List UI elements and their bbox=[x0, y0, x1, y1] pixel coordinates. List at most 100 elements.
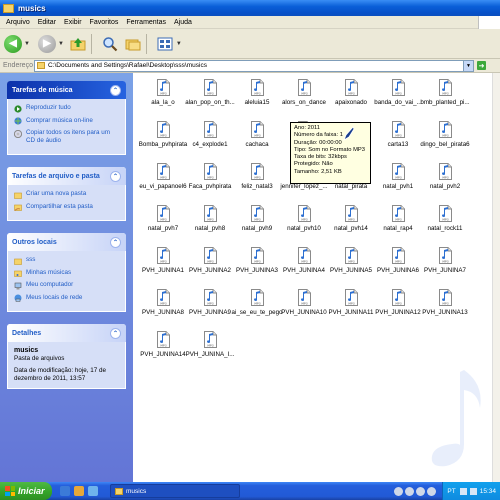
menu-favoritos[interactable]: Favoritos bbox=[86, 19, 123, 26]
folder-icon bbox=[37, 62, 45, 69]
svg-text:MP3: MP3 bbox=[348, 218, 354, 222]
place-network[interactable]: Meus locais de rede bbox=[14, 294, 119, 303]
details-header[interactable]: Detalhes ⌃ bbox=[7, 324, 126, 342]
menu-editar[interactable]: Editar bbox=[34, 19, 60, 26]
menu-exibir[interactable]: Exibir bbox=[60, 19, 86, 26]
media-next-icon[interactable] bbox=[416, 486, 426, 496]
svg-text:MP3: MP3 bbox=[254, 134, 260, 138]
play-icon bbox=[14, 104, 22, 113]
taskbar-window-musics[interactable]: musics bbox=[110, 484, 240, 498]
address-field[interactable]: C:\Documents and Settings\Rafael\Desktop… bbox=[34, 59, 474, 72]
panel-title: Outros locais bbox=[12, 238, 57, 246]
file-item[interactable]: MP3 natal_rock11 bbox=[417, 205, 473, 232]
link-label[interactable]: Reproduzir tudo bbox=[26, 104, 71, 112]
link-label[interactable]: Meus locais de rede bbox=[26, 294, 82, 302]
file-item[interactable]: MP3 PVH_JUNINA_I... bbox=[182, 331, 238, 358]
media-prev-icon[interactable] bbox=[394, 486, 404, 496]
mp3-file-icon: MP3 bbox=[438, 289, 452, 306]
mp3-file-icon: MP3 bbox=[438, 247, 452, 264]
file-item[interactable]: MP3 dingo_bel_pirata6 bbox=[417, 121, 473, 148]
forward-button[interactable]: ▶ bbox=[37, 34, 56, 53]
start-button[interactable]: Iniciar bbox=[0, 482, 52, 500]
svg-text:MP3: MP3 bbox=[348, 260, 354, 264]
folders-button[interactable] bbox=[124, 35, 142, 53]
link-label[interactable]: Criar uma nova pasta bbox=[26, 190, 86, 198]
mp3-file-icon: MP3 bbox=[438, 79, 452, 96]
copy-to-cd-link[interactable]: Copiar todos os itens para um CD de áudi… bbox=[14, 129, 119, 145]
mp3-file-icon: MP3 bbox=[391, 121, 405, 138]
music-tasks-header[interactable]: Tarefas de música ⌃ bbox=[7, 81, 126, 99]
link-label[interactable]: Compartilhar esta pasta bbox=[26, 203, 93, 211]
svg-text:MP3: MP3 bbox=[160, 92, 166, 96]
place-my-music[interactable]: Minhas músicas bbox=[14, 269, 119, 278]
file-item[interactable]: MP3 PVH_JUNINA13 bbox=[417, 289, 473, 316]
place-sss[interactable]: sss bbox=[14, 256, 119, 265]
folder-icon bbox=[3, 3, 14, 13]
svg-text:MP3: MP3 bbox=[395, 92, 401, 96]
svg-text:MP3: MP3 bbox=[395, 302, 401, 306]
tray-network-icon[interactable] bbox=[459, 487, 467, 495]
svg-text:MP3: MP3 bbox=[207, 344, 213, 348]
up-folder-button[interactable] bbox=[69, 35, 87, 53]
quick-launch-media-icon[interactable] bbox=[74, 486, 84, 496]
collapse-icon[interactable]: ⌃ bbox=[110, 327, 121, 339]
svg-text:MP3: MP3 bbox=[395, 218, 401, 222]
svg-text:MP3: MP3 bbox=[442, 302, 448, 306]
file-item[interactable]: MP3 natal_pvh2 bbox=[417, 163, 473, 190]
file-item[interactable]: MP3 bmb_planted_pi... bbox=[417, 79, 473, 106]
quick-launch-ie-icon[interactable] bbox=[60, 486, 70, 496]
play-all-link[interactable]: Reproduzir tudo bbox=[14, 104, 119, 113]
file-name: bmb_planted_pi... bbox=[420, 99, 470, 106]
title-bar[interactable]: musics bbox=[0, 0, 500, 16]
back-button[interactable]: ◀ bbox=[4, 34, 22, 53]
mp3-file-icon: MP3 bbox=[203, 79, 217, 96]
mp3-file-icon: MP3 bbox=[250, 247, 264, 264]
svg-text:MP3: MP3 bbox=[207, 302, 213, 306]
link-label[interactable]: Minhas músicas bbox=[26, 269, 71, 277]
menu-ferramentas[interactable]: Ferramentas bbox=[122, 19, 170, 26]
views-button[interactable] bbox=[156, 35, 174, 53]
link-label[interactable]: Meu computador bbox=[26, 281, 73, 289]
tooltip-line: Taxa de bits: 32kbps bbox=[294, 154, 347, 161]
collapse-icon[interactable]: ⌃ bbox=[110, 236, 121, 248]
menu-ajuda[interactable]: Ajuda bbox=[170, 19, 196, 26]
cd-icon bbox=[14, 129, 22, 138]
file-item[interactable]: MP3 PVH_JUNINA7 bbox=[417, 247, 473, 274]
share-folder-link[interactable]: Compartilhar esta pasta bbox=[14, 203, 119, 212]
link-label[interactable]: sss bbox=[26, 256, 35, 264]
buy-music-link[interactable]: Comprar música on-line bbox=[14, 117, 119, 126]
media-play-icon[interactable] bbox=[405, 486, 415, 496]
svg-text:MP3: MP3 bbox=[207, 92, 213, 96]
details-panel: Detalhes ⌃ musics Pasta de arquivos Data… bbox=[7, 324, 126, 389]
mp3-file-icon: MP3 bbox=[156, 205, 170, 222]
link-label[interactable]: Comprar música on-line bbox=[26, 117, 93, 125]
views-dropdown-icon[interactable]: ▼ bbox=[176, 41, 182, 47]
tray-volume-icon[interactable] bbox=[469, 487, 477, 495]
address-value[interactable]: C:\Documents and Settings\Rafael\Desktop… bbox=[48, 62, 463, 69]
back-dropdown-icon[interactable]: ▼ bbox=[24, 41, 30, 47]
place-my-computer[interactable]: Meu computador bbox=[14, 281, 119, 290]
collapse-icon[interactable]: ⌃ bbox=[110, 170, 121, 182]
panel-title: Tarefas de música bbox=[12, 86, 73, 94]
mp3-file-icon: MP3 bbox=[156, 289, 170, 306]
new-folder-link[interactable]: Criar uma nova pasta bbox=[14, 190, 119, 199]
language-indicator[interactable]: PT bbox=[447, 488, 455, 495]
menu-arquivo[interactable]: Arquivo bbox=[2, 19, 34, 26]
address-dropdown-icon[interactable]: ▼ bbox=[463, 60, 473, 71]
collapse-icon[interactable]: ⌃ bbox=[110, 84, 121, 96]
vertical-scrollbar[interactable] bbox=[492, 73, 500, 482]
other-places-header[interactable]: Outros locais ⌃ bbox=[7, 233, 126, 251]
details-modified: Data de modificação: hoje, 17 de dezembr… bbox=[14, 367, 107, 382]
file-tasks-header[interactable]: Tarefas de arquivo e pasta ⌃ bbox=[7, 167, 126, 185]
go-button[interactable]: ➜ bbox=[477, 60, 493, 72]
mp3-file-icon: MP3 bbox=[391, 205, 405, 222]
file-info-tooltip: Ano: 2011 Número da faixa: 1 Duração: 00:0… bbox=[290, 122, 371, 184]
mp3-file-icon: MP3 bbox=[297, 79, 311, 96]
media-volume-icon[interactable] bbox=[427, 486, 437, 496]
forward-dropdown-icon[interactable]: ▼ bbox=[58, 41, 64, 47]
file-name: natal_rock11 bbox=[427, 225, 463, 232]
quick-launch-desktop-icon[interactable] bbox=[88, 486, 98, 496]
search-button[interactable] bbox=[101, 35, 119, 53]
link-label[interactable]: Copiar todos os itens para um CD de áudi… bbox=[26, 129, 119, 145]
svg-text:MP3: MP3 bbox=[442, 92, 448, 96]
